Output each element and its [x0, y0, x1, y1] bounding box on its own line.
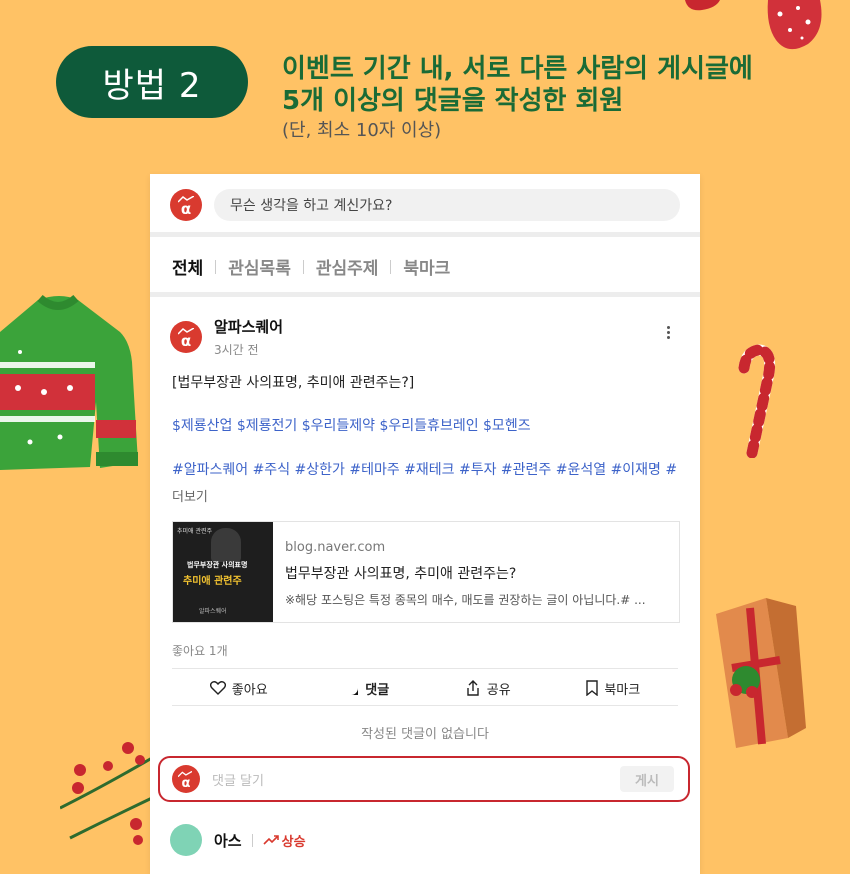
- link-title: 법무부장관 사의표명, 추미애 관련주는?: [285, 566, 517, 582]
- compose-row: α 무슨 생각을 하고 계신가요?: [170, 188, 680, 222]
- feed-tabs: 전체 관심목록 관심주제 북마크: [172, 254, 450, 279]
- tab-bookmarks[interactable]: 북마크: [403, 254, 450, 279]
- thumbnail-tag: 추미애 관련주: [177, 528, 213, 535]
- condition-line-1: 이벤트 기간 내, 서로 다른 사람의 게시글에: [282, 54, 753, 84]
- post-title: [법무부장관 사의표명, 추미애 관련주는?]: [172, 375, 415, 391]
- link-thumbnail: 추미애 관련주 법무부장관 사의표명 추미애 관련주 알파스퀘어: [173, 522, 273, 622]
- condition-note: (단, 최소 10자 이상): [282, 120, 442, 141]
- thumbnail-line-1: 법무부장관 사의표명: [187, 561, 248, 569]
- author-avatar[interactable]: α: [170, 321, 202, 353]
- method-label: 방법 2: [102, 65, 202, 106]
- post-actions: 좋아요 댓글 공유 북마크: [172, 672, 678, 704]
- comment-label: 댓글: [365, 682, 390, 698]
- read-more-link[interactable]: 더보기: [172, 486, 208, 505]
- link-description: ※해당 포스팅은 특정 종목의 매수, 매도를 권장하는 글이 아닙니다.# .…: [285, 593, 646, 607]
- heart-icon: [209, 681, 226, 695]
- thumbnail-footer: 알파스퀘어: [199, 608, 227, 615]
- tab-watchlist[interactable]: 관심목록: [228, 254, 291, 279]
- divider: [172, 668, 678, 669]
- tab-divider: [215, 259, 217, 274]
- tab-divider: [302, 259, 304, 274]
- candy-cane-decoration: [738, 344, 776, 458]
- holly-branch-decoration: [60, 742, 153, 845]
- divider: [172, 705, 678, 706]
- name-divider: [251, 833, 253, 847]
- more-options-icon[interactable]: [662, 324, 674, 344]
- condition-line-2: 5개 이상의 댓글을 작성한 회원: [282, 86, 624, 116]
- link-domain: blog.naver.com: [285, 540, 386, 555]
- chart-peak-icon: [178, 328, 194, 335]
- thumbnail-person: [211, 528, 241, 562]
- next-post-header: 아스 상승: [170, 824, 306, 856]
- chart-peak-icon: [178, 196, 194, 203]
- compose-input[interactable]: 무슨 생각을 하고 계신가요?: [214, 189, 680, 221]
- like-label: 좋아요: [231, 682, 268, 698]
- mitten-decoration: [685, 0, 822, 50]
- no-comments-text: 작성된 댓글이 없습니다: [361, 727, 489, 742]
- tab-topics[interactable]: 관심주제: [316, 254, 379, 279]
- share-button[interactable]: 공유: [465, 679, 511, 698]
- method-pill: 방법 2: [56, 46, 248, 118]
- divider: [150, 232, 700, 237]
- post-time: 3시간 전: [214, 343, 259, 357]
- post-hashtags[interactable]: #알파스퀘어 #주식 #상한가 #테마주 #재테크 #투자 #관련주 #윤석열 …: [172, 459, 677, 479]
- like-button[interactable]: 좋아요: [209, 679, 268, 698]
- comment-bubble-icon: [344, 681, 359, 695]
- chart-peak-icon: [178, 771, 192, 778]
- sweater-decoration: [0, 294, 138, 470]
- tab-divider: [390, 259, 392, 274]
- bookmark-label: 북마크: [604, 682, 641, 698]
- share-icon: [467, 680, 479, 696]
- bookmark-icon: [586, 680, 599, 696]
- link-preview-card[interactable]: 추미애 관련주 법무부장관 사의표명 추미애 관련주 알파스퀘어 blog.na…: [172, 521, 680, 623]
- post-header: α 알파스퀘어 3시간 전: [170, 316, 283, 358]
- comment-input[interactable]: 댓글 달기: [212, 770, 620, 789]
- next-author-name[interactable]: 아스: [214, 830, 242, 851]
- comment-button[interactable]: 댓글: [343, 679, 389, 698]
- share-label: 공유: [486, 682, 511, 698]
- post-comment-button[interactable]: 게시: [620, 766, 674, 792]
- user-avatar[interactable]: α: [170, 189, 202, 221]
- thumbnail-line-2: 추미애 관련주: [183, 576, 242, 587]
- like-count[interactable]: 좋아요 1개: [172, 642, 228, 659]
- divider: [150, 292, 700, 297]
- trend-badge: 상승: [263, 831, 306, 850]
- feed-card: α 무슨 생각을 하고 계신가요? 전체 관심목록 관심주제 북마크 α 알파스…: [150, 174, 700, 874]
- gift-box-decoration: [716, 598, 806, 748]
- trend-label: 상승: [281, 834, 306, 850]
- author-name[interactable]: 알파스퀘어: [214, 316, 283, 337]
- post-tickers[interactable]: $제룡산업 $제룡전기 $우리들제약 $우리들휴브레인 $모헨즈: [172, 415, 531, 435]
- bookmark-button[interactable]: 북마크: [586, 679, 640, 698]
- commenter-avatar: α: [172, 765, 200, 793]
- tab-all[interactable]: 전체: [172, 254, 203, 279]
- trend-up-icon: [263, 835, 279, 845]
- comment-input-row: α 댓글 달기 게시: [158, 756, 690, 802]
- next-author-avatar[interactable]: [170, 824, 202, 856]
- link-body: blog.naver.com 법무부장관 사의표명, 추미애 관련주는? ※해당…: [273, 522, 646, 622]
